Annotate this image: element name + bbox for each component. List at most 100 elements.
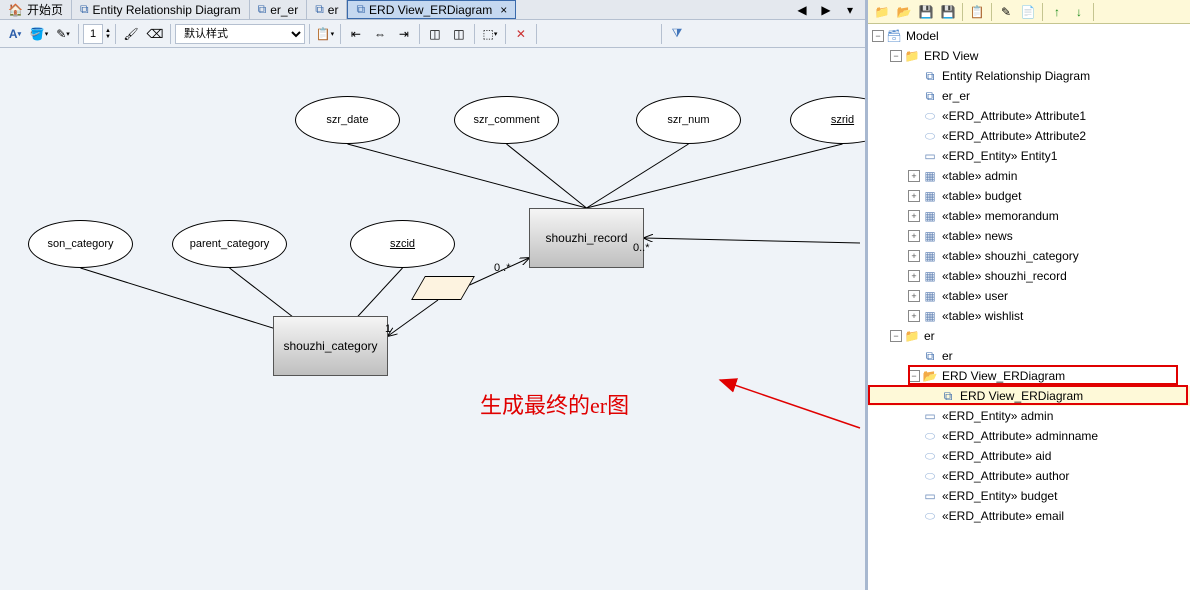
- diagram-canvas[interactable]: 生成最终的er图 shouzhi_recordshouzhi_categorys…: [0, 48, 865, 590]
- tree-label: «table» memorandum: [942, 209, 1059, 223]
- tab-close-button[interactable]: ×: [500, 3, 507, 17]
- tree-item[interactable]: −📁er: [868, 326, 1190, 346]
- font-color-button[interactable]: A▾: [4, 23, 26, 45]
- attribute-szcid[interactable]: szcid: [350, 220, 455, 268]
- tab-label: er_er: [270, 3, 298, 17]
- doc-button[interactable]: 📄: [1018, 2, 1038, 22]
- entity-shouzhi_record[interactable]: shouzhi_record: [529, 208, 644, 268]
- copy-button[interactable]: 📋: [967, 2, 987, 22]
- apply-style-button[interactable]: 📋▾: [314, 23, 336, 45]
- cardinality-label: 1: [385, 323, 391, 335]
- tree-item[interactable]: ▭«ERD_Entity» budget: [868, 486, 1190, 506]
- model-explorer-tree[interactable]: −🗃Model−📁ERD View⧉Entity Relationship Di…: [868, 24, 1190, 590]
- tree-toggle[interactable]: +: [908, 250, 920, 262]
- attribute-szr_date[interactable]: szr_date: [295, 96, 400, 144]
- tree-label: «table» budget: [942, 189, 1021, 203]
- table-icon: ▦: [922, 248, 938, 264]
- tree-toggle[interactable]: −: [890, 330, 902, 342]
- group-button[interactable]: ◫: [424, 23, 446, 45]
- tree-item[interactable]: ⬭«ERD_Attribute» Attribute1: [868, 106, 1190, 126]
- tree-item[interactable]: ⧉er: [868, 346, 1190, 366]
- move-up-button[interactable]: ↑: [1047, 2, 1067, 22]
- tree-item[interactable]: ▭«ERD_Entity» admin: [868, 406, 1190, 426]
- erd-icon: ⧉: [80, 2, 89, 17]
- attribute-parent_category[interactable]: parent_category: [172, 220, 287, 268]
- new-item-button[interactable]: 📂: [894, 2, 914, 22]
- eraser-button[interactable]: ⌫: [144, 23, 166, 45]
- tree-toggle[interactable]: +: [908, 190, 920, 202]
- spinner-buttons[interactable]: ▲▼: [105, 28, 111, 40]
- tree-label: er: [942, 349, 953, 363]
- entity-shouzhi_category[interactable]: shouzhi_category: [273, 316, 388, 376]
- tree-item[interactable]: +▦«table» shouzhi_record: [868, 266, 1190, 286]
- line-width-input[interactable]: [83, 24, 103, 44]
- delete-button[interactable]: ✕: [510, 23, 532, 45]
- edit-button[interactable]: ✎: [996, 2, 1016, 22]
- fill-color-button[interactable]: 🪣▾: [28, 23, 50, 45]
- scroll-right-button[interactable]: ▶: [815, 0, 837, 21]
- separator: [505, 24, 506, 44]
- tree-item[interactable]: +▦«table» budget: [868, 186, 1190, 206]
- line-color-button[interactable]: ✎▾: [52, 23, 74, 45]
- entity-icon: ▭: [922, 148, 938, 164]
- tree-item[interactable]: ⧉Entity Relationship Diagram: [868, 66, 1190, 86]
- tree-toggle[interactable]: −: [908, 370, 920, 382]
- filter-button[interactable]: ⧩: [666, 23, 688, 45]
- attribute-szr_num[interactable]: szr_num: [636, 96, 741, 144]
- tree-item[interactable]: ⬭«ERD_Attribute» aid: [868, 446, 1190, 466]
- tree-toggle[interactable]: −: [890, 50, 902, 62]
- tree-item[interactable]: ⬭«ERD_Attribute» Attribute2: [868, 126, 1190, 146]
- tree-item[interactable]: +▦«table» memorandum: [868, 206, 1190, 226]
- tree-item[interactable]: +▦«table» shouzhi_category: [868, 246, 1190, 266]
- tree-label: «ERD_Attribute» Attribute2: [942, 129, 1086, 143]
- tree-item[interactable]: ⬭«ERD_Attribute» author: [868, 466, 1190, 486]
- tree-item[interactable]: −📁ERD View: [868, 46, 1190, 66]
- tree-item[interactable]: ▭«ERD_Entity» Entity1: [868, 146, 1190, 166]
- tab-3[interactable]: ⧉er: [307, 0, 347, 19]
- separator: [115, 24, 116, 44]
- align-left-button[interactable]: ⇤: [345, 23, 367, 45]
- tree-item[interactable]: −📂ERD View_ERDiagram: [868, 366, 1190, 386]
- tree-item[interactable]: +▦«table» news: [868, 226, 1190, 246]
- tree-item[interactable]: +▦«table» admin: [868, 166, 1190, 186]
- attribute-szr_comment[interactable]: szr_comment: [454, 96, 559, 144]
- tree-item[interactable]: +▦«table» user: [868, 286, 1190, 306]
- tree-toggle[interactable]: +: [908, 310, 920, 322]
- folder-icon: 📁: [904, 328, 920, 344]
- align-center-button[interactable]: ⇔: [369, 23, 391, 45]
- relationship-diamond[interactable]: [411, 276, 475, 300]
- tree-item[interactable]: +▦«table» wishlist: [868, 306, 1190, 326]
- ungroup-button[interactable]: ◫: [448, 23, 470, 45]
- bring-front-button[interactable]: ⬚▾: [479, 23, 501, 45]
- attribute-szrid[interactable]: szrid: [790, 96, 865, 144]
- tree-toggle[interactable]: +: [908, 210, 920, 222]
- save-all-button[interactable]: 💾: [938, 2, 958, 22]
- table-icon: ▦: [922, 168, 938, 184]
- tree-toggle[interactable]: +: [908, 170, 920, 182]
- tree-toggle[interactable]: +: [908, 290, 920, 302]
- tree-item[interactable]: ⬭«ERD_Attribute» adminname: [868, 426, 1190, 446]
- new-folder-button[interactable]: 📁: [872, 2, 892, 22]
- separator: [661, 24, 662, 44]
- tree-toggle[interactable]: +: [908, 230, 920, 242]
- tab-menu-button[interactable]: ▾: [839, 0, 861, 21]
- scroll-left-button[interactable]: ◀: [791, 0, 813, 21]
- format-painter-button[interactable]: 🖌: [120, 23, 142, 45]
- move-down-button[interactable]: ↓: [1069, 2, 1089, 22]
- tree-item[interactable]: −🗃Model: [868, 26, 1190, 46]
- tab-1[interactable]: ⧉Entity Relationship Diagram: [72, 0, 250, 19]
- style-combo[interactable]: 默认样式: [175, 24, 305, 44]
- tab-2[interactable]: ⧉er_er: [250, 0, 308, 19]
- tab-0[interactable]: 🏠开始页: [0, 0, 72, 19]
- tree-item[interactable]: ⧉ERD View_ERDiagram: [868, 386, 1190, 406]
- tab-label: er: [328, 3, 339, 17]
- tree-toggle[interactable]: −: [872, 30, 884, 42]
- align-right-button[interactable]: ⇥: [393, 23, 415, 45]
- tree-item[interactable]: ⧉er_er: [868, 86, 1190, 106]
- tree-toggle[interactable]: +: [908, 270, 920, 282]
- attribute-son_category[interactable]: son_category: [28, 220, 133, 268]
- separator: [340, 24, 341, 44]
- save-button[interactable]: 💾: [916, 2, 936, 22]
- tree-item[interactable]: ⬭«ERD_Attribute» email: [868, 506, 1190, 526]
- tab-4[interactable]: ⧉ERD View_ERDiagram×: [347, 0, 516, 19]
